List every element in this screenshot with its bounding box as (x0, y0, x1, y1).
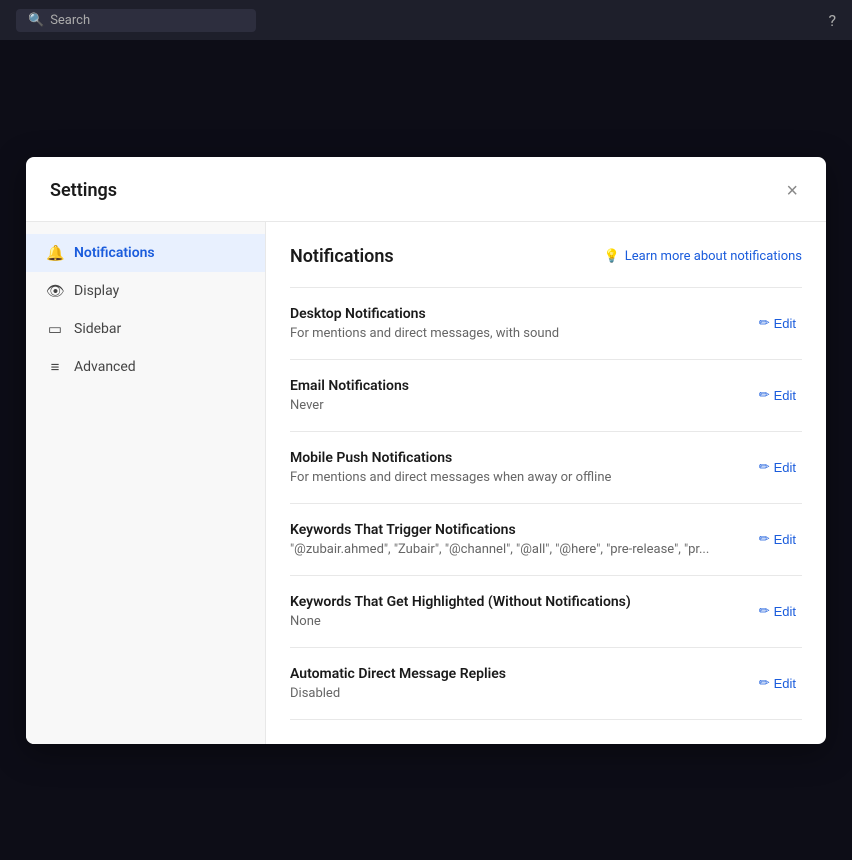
auto-reply-info: Automatic Direct Message Replies Disable… (290, 666, 753, 701)
keywords-highlight-label: Keywords That Get Highlighted (Without N… (290, 594, 737, 610)
edit-pencil-icon-6: ✏ (759, 675, 770, 691)
settings-row-email: Email Notifications Never ✏ Edit (290, 360, 802, 432)
settings-sidebar: 🔔 Notifications 👁 Display ▭ Sidebar ≡ Ad… (26, 222, 266, 744)
desktop-info: Desktop Notifications For mentions and d… (290, 306, 753, 341)
help-icon[interactable]: ? (828, 11, 836, 30)
settings-row-keywords-trigger: Keywords That Trigger Notifications "@zu… (290, 504, 802, 576)
email-info: Email Notifications Never (290, 378, 753, 413)
mobile-edit-label: Edit (774, 460, 796, 475)
edit-pencil-icon-4: ✏ (759, 531, 770, 547)
desktop-value: For mentions and direct messages, with s… (290, 326, 710, 341)
section-title: Notifications (290, 246, 394, 267)
auto-reply-edit-button[interactable]: ✏ Edit (753, 671, 802, 695)
edit-pencil-icon: ✏ (759, 315, 770, 331)
sidebar-item-advanced[interactable]: ≡ Advanced (26, 348, 265, 386)
email-edit-button[interactable]: ✏ Edit (753, 383, 802, 407)
learn-more-icon: 💡 (604, 249, 620, 264)
settings-row-keywords-highlight: Keywords That Get Highlighted (Without N… (290, 576, 802, 648)
keywords-highlight-info: Keywords That Get Highlighted (Without N… (290, 594, 753, 629)
desktop-edit-button[interactable]: ✏ Edit (753, 311, 802, 335)
section-header: Notifications 💡 Learn more about notific… (290, 246, 802, 267)
sidebar-item-notifications-label: Notifications (74, 245, 155, 261)
edit-pencil-icon-5: ✏ (759, 603, 770, 619)
learn-more-label: Learn more about notifications (625, 249, 802, 264)
settings-row-auto-reply: Automatic Direct Message Replies Disable… (290, 648, 802, 720)
settings-modal: Settings × 🔔 Notifications 👁 Display ▭ S… (26, 157, 826, 744)
keywords-highlight-edit-button[interactable]: ✏ Edit (753, 599, 802, 623)
settings-row-mobile: Mobile Push Notifications For mentions a… (290, 432, 802, 504)
mobile-value: For mentions and direct messages when aw… (290, 470, 710, 485)
keywords-trigger-label: Keywords That Trigger Notifications (290, 522, 737, 538)
learn-more-link[interactable]: 💡 Learn more about notifications (604, 249, 802, 264)
advanced-icon: ≡ (46, 358, 64, 376)
keywords-trigger-value: "@zubair.ahmed", "Zubair", "@channel", "… (290, 542, 710, 557)
mobile-label: Mobile Push Notifications (290, 450, 737, 466)
auto-reply-edit-label: Edit (774, 676, 796, 691)
edit-pencil-icon-2: ✏ (759, 387, 770, 403)
modal-title: Settings (50, 180, 117, 201)
notifications-icon: 🔔 (46, 244, 64, 262)
keywords-trigger-edit-label: Edit (774, 532, 796, 547)
keywords-highlight-value: None (290, 614, 710, 629)
keywords-highlight-edit-label: Edit (774, 604, 796, 619)
sidebar-icon: ▭ (46, 320, 64, 338)
modal-overlay: Settings × 🔔 Notifications 👁 Display ▭ S… (0, 40, 852, 860)
sidebar-item-advanced-label: Advanced (74, 359, 136, 375)
modal-body: 🔔 Notifications 👁 Display ▭ Sidebar ≡ Ad… (26, 222, 826, 744)
sidebar-item-sidebar[interactable]: ▭ Sidebar (26, 310, 265, 348)
email-edit-label: Edit (774, 388, 796, 403)
sidebar-item-display[interactable]: 👁 Display (26, 272, 265, 310)
close-button[interactable]: × (782, 177, 802, 205)
desktop-label: Desktop Notifications (290, 306, 737, 322)
top-bar: 🔍 Search ? (0, 0, 852, 40)
settings-row-desktop: Desktop Notifications For mentions and d… (290, 288, 802, 360)
search-placeholder: Search (50, 13, 90, 28)
mobile-edit-button[interactable]: ✏ Edit (753, 455, 802, 479)
display-icon: 👁 (46, 282, 64, 300)
modal-header: Settings × (26, 157, 826, 222)
auto-reply-label: Automatic Direct Message Replies (290, 666, 737, 682)
search-icon: 🔍 (28, 13, 44, 28)
keywords-trigger-edit-button[interactable]: ✏ Edit (753, 527, 802, 551)
keywords-trigger-info: Keywords That Trigger Notifications "@zu… (290, 522, 753, 557)
sidebar-item-sidebar-label: Sidebar (74, 321, 121, 337)
settings-list: Desktop Notifications For mentions and d… (290, 287, 802, 720)
email-value: Never (290, 398, 710, 413)
main-content: Notifications 💡 Learn more about notific… (266, 222, 826, 744)
mobile-info: Mobile Push Notifications For mentions a… (290, 450, 753, 485)
sidebar-item-display-label: Display (74, 283, 119, 299)
edit-pencil-icon-3: ✏ (759, 459, 770, 475)
sidebar-item-notifications[interactable]: 🔔 Notifications (26, 234, 265, 272)
auto-reply-value: Disabled (290, 686, 710, 701)
desktop-edit-label: Edit (774, 316, 796, 331)
email-label: Email Notifications (290, 378, 737, 394)
search-box[interactable]: 🔍 Search (16, 9, 256, 32)
